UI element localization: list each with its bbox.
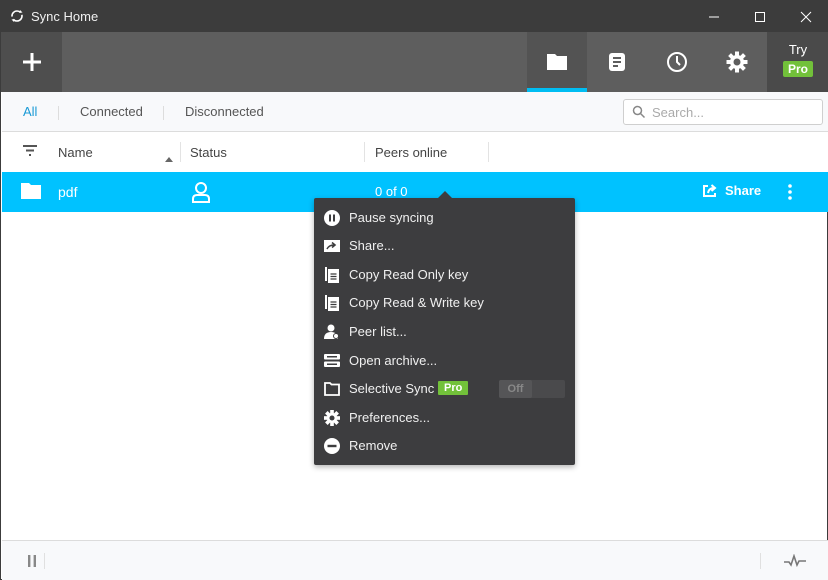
activity-icon (784, 553, 806, 568)
activity-button[interactable] (784, 553, 806, 573)
menu-item-copy-read-write-key[interactable]: Copy Read & Write key (314, 289, 575, 317)
sort-ascending-icon[interactable] (165, 149, 173, 167)
column-separator[interactable] (364, 142, 365, 162)
menu-item-copy-read-only-key[interactable]: Copy Read Only key (314, 261, 575, 289)
search-box (623, 99, 823, 125)
app-window: Sync Home Try Pro All Connected Disconne… (0, 0, 828, 580)
filter-all[interactable]: All (23, 104, 37, 119)
menu-item-label: Remove (349, 438, 398, 453)
filter-disconnected[interactable]: Disconnected (185, 104, 264, 119)
menu-item-label: Share... (349, 238, 395, 253)
gear-icon (726, 51, 748, 73)
add-folder-button[interactable] (1, 32, 62, 92)
folder-outline-icon (323, 381, 341, 397)
filter-list-button[interactable] (22, 144, 38, 163)
remove-icon (323, 438, 341, 454)
menu-item-label: Copy Read & Write key (349, 295, 484, 310)
try-label: Try (788, 42, 808, 57)
tab-history[interactable] (647, 32, 707, 92)
tab-transfers[interactable] (587, 32, 647, 92)
maximize-icon (755, 11, 765, 22)
filter-connected[interactable]: Connected (80, 104, 143, 119)
selective-sync-toggle[interactable]: Off (499, 380, 565, 398)
copy-icon (323, 267, 341, 283)
tab-settings[interactable] (707, 32, 767, 92)
close-icon (800, 11, 812, 22)
menu-item-label: Open archive... (349, 353, 438, 368)
menu-item-preferences[interactable]: Preferences... (314, 404, 575, 432)
pro-badge: Pro (782, 61, 813, 77)
pro-badge: Pro (438, 381, 469, 395)
window-title: Sync Home (31, 9, 99, 24)
try-pro-button[interactable]: Try Pro (767, 32, 828, 92)
pause-icon (28, 555, 36, 567)
copy-icon (323, 295, 341, 311)
menu-item-label: Selective Sync (349, 381, 435, 396)
menu-item-label: Copy Read Only key (349, 267, 469, 282)
toolbar: Try Pro (1, 32, 828, 92)
close-button[interactable] (783, 1, 828, 32)
gear-icon (323, 410, 341, 426)
folder-icon (547, 54, 567, 70)
menu-item-pause-syncing[interactable]: Pause syncing (314, 204, 575, 232)
user-icon (191, 181, 211, 208)
menu-item-open-archive[interactable]: Open archive... (314, 347, 575, 375)
minimize-icon (709, 16, 719, 17)
title-bar: Sync Home (1, 1, 828, 32)
plus-icon (22, 53, 41, 71)
share-icon (703, 183, 717, 197)
share-label: Share (725, 183, 762, 198)
search-input[interactable] (652, 103, 817, 121)
menu-item-share[interactable]: Share... (314, 232, 575, 260)
filter-separator (163, 106, 164, 120)
folder-name: pdf (58, 184, 78, 200)
clock-icon (667, 52, 687, 72)
share-icon (323, 238, 341, 254)
document-icon (609, 53, 625, 71)
peers-icon (323, 324, 341, 340)
status-separator (760, 553, 761, 569)
menu-item-label: Pause syncing (349, 210, 434, 225)
filter-list-icon (23, 145, 37, 156)
menu-item-remove[interactable]: Remove (314, 432, 575, 460)
table-header: Name Status Peers online (2, 132, 828, 172)
pause-circle-icon (323, 210, 341, 226)
peers-online-value: 0 of 0 (375, 184, 408, 199)
menu-item-selective-sync[interactable]: Selective Sync Pro Off (314, 375, 575, 403)
more-options-button[interactable] (788, 184, 792, 205)
search-icon (632, 105, 646, 119)
tab-folders[interactable] (527, 32, 587, 92)
column-header-status[interactable]: Status (190, 145, 227, 160)
context-menu: Pause syncing Share... Copy Read Only ke… (314, 191, 575, 465)
column-separator[interactable] (488, 142, 489, 162)
share-button[interactable]: Share (702, 183, 761, 198)
column-header-peers[interactable]: Peers online (375, 145, 447, 160)
menu-item-peer-list[interactable]: Peer list... (314, 318, 575, 346)
folder-icon (20, 182, 42, 205)
column-header-name[interactable]: Name (58, 145, 93, 160)
menu-item-label: Preferences... (349, 410, 430, 425)
filter-separator (58, 106, 59, 120)
minimize-button[interactable] (691, 1, 737, 32)
pause-all-button[interactable] (26, 554, 38, 573)
status-separator (44, 553, 45, 569)
status-bar (2, 540, 828, 580)
menu-item-label: Peer list... (349, 324, 407, 339)
column-separator[interactable] (180, 142, 181, 162)
maximize-button[interactable] (737, 1, 783, 32)
kebab-menu-icon (788, 184, 792, 200)
archive-icon (323, 353, 341, 369)
toggle-state: Off (499, 380, 532, 398)
sync-icon (10, 9, 24, 23)
filter-bar: All Connected Disconnected (2, 92, 828, 132)
